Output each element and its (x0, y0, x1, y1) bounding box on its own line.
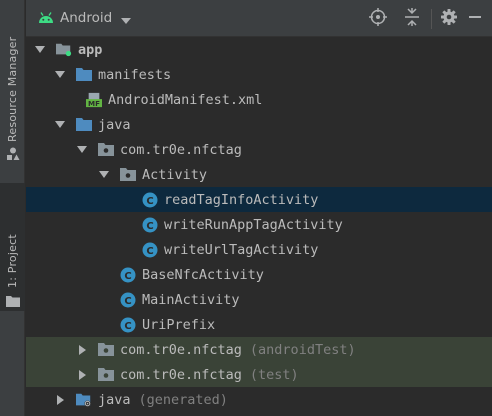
tree-label-read-tag-info: readTagInfoActivity (164, 191, 319, 208)
resource-manager-label: Resource Manager (6, 36, 19, 142)
class-icon: C (120, 292, 136, 308)
package-icon (120, 167, 136, 183)
header-separator (431, 8, 432, 29)
tree-row-activity-folder[interactable]: Activity (26, 162, 492, 187)
class-icon: C (142, 217, 158, 233)
tree-label-java: java (98, 116, 131, 133)
tree-label-java-generated: java (98, 391, 131, 408)
tree-row-android-manifest[interactable]: MF AndroidManifest.xml (26, 87, 492, 112)
package-icon (98, 342, 114, 358)
package-icon (98, 367, 114, 383)
project-tab[interactable]: 1: Project (0, 183, 25, 311)
resource-manager-icon (6, 146, 20, 165)
svg-text:C: C (146, 245, 153, 256)
expanded-arrow-icon[interactable] (98, 169, 110, 181)
collapsed-arrow-icon[interactable] (76, 344, 88, 356)
module-folder-icon (56, 42, 72, 58)
collapsed-arrow-icon[interactable] (54, 394, 66, 406)
tree-row-package-test[interactable]: com.tr0e.nfctag (test) (26, 362, 492, 387)
collapsed-arrow-icon[interactable] (76, 369, 88, 381)
project-tool-window: Resource Manager 1: Project Android app … (0, 0, 492, 416)
tree-row-write-url-tag[interactable]: C writeUrlTagActivity (26, 237, 492, 262)
tree-label-activity-folder: Activity (142, 166, 208, 183)
chevron-down-icon (121, 9, 132, 28)
class-icon: C (142, 192, 158, 208)
tree-label-android-manifest: AndroidManifest.xml (108, 91, 263, 108)
android-icon (38, 9, 54, 28)
tree-label-manifests: manifests (98, 66, 172, 83)
svg-text:C: C (124, 295, 131, 306)
resource-manager-tab[interactable]: Resource Manager (0, 30, 25, 170)
tree-row-manifests[interactable]: manifests (26, 62, 492, 87)
expanded-arrow-icon[interactable] (34, 44, 46, 56)
tree-label-main-activity: MainActivity (142, 291, 240, 308)
project-tree: app manifests MF AndroidManifest.xml jav… (26, 37, 492, 416)
manifest-file-icon: MF (86, 92, 102, 108)
class-icon: C (142, 242, 158, 258)
expanded-arrow-icon[interactable] (54, 69, 66, 81)
crosshair-icon (369, 7, 387, 30)
class-icon: C (120, 317, 136, 333)
left-tool-strip: Resource Manager 1: Project (0, 0, 25, 416)
tree-row-java[interactable]: java (26, 112, 492, 137)
minimize-icon (468, 9, 482, 28)
expanded-arrow-icon[interactable] (76, 144, 88, 156)
folder-icon (76, 67, 92, 83)
package-icon (98, 142, 114, 158)
tree-row-app[interactable]: app (26, 37, 492, 62)
tree-label-write-run-app-tag: writeRunAppTagActivity (164, 216, 343, 233)
svg-text:C: C (146, 195, 153, 206)
tree-label-uri-prefix: UriPrefix (142, 316, 216, 333)
svg-text:C: C (124, 270, 131, 281)
tree-row-base-nfc-activity[interactable]: C BaseNfcActivity (26, 262, 492, 287)
tree-label-package-android-test: com.tr0e.nfctag (120, 341, 242, 358)
tree-suffix-generated: (generated) (138, 391, 228, 408)
header-actions (365, 0, 492, 37)
tree-row-package-main[interactable]: com.tr0e.nfctag (26, 137, 492, 162)
hide-button[interactable] (462, 6, 488, 32)
gear-icon (441, 8, 457, 29)
project-view-selector[interactable]: Android (38, 9, 132, 28)
class-icon: C (120, 267, 136, 283)
settings-button[interactable] (436, 6, 462, 32)
project-tab-label: 1: Project (6, 234, 19, 288)
tool-window-header: Android (26, 0, 492, 37)
tree-label-write-url-tag: writeUrlTagActivity (164, 241, 319, 258)
tree-suffix-test: (test) (249, 366, 299, 383)
tree-label-base-nfc-activity: BaseNfcActivity (142, 266, 264, 283)
svg-text:MF: MF (88, 98, 100, 107)
generated-folder-icon (76, 392, 92, 408)
tree-suffix-android-test: (androidTest) (249, 341, 356, 358)
tree-row-write-run-app-tag[interactable]: C writeRunAppTagActivity (26, 212, 492, 237)
tree-row-main-activity[interactable]: C MainActivity (26, 287, 492, 312)
tree-row-package-android-test[interactable]: com.tr0e.nfctag (androidTest) (26, 337, 492, 362)
collapse-all-button[interactable] (399, 6, 425, 32)
folder-icon (76, 117, 92, 133)
view-selector-label: Android (60, 10, 113, 26)
svg-text:C: C (146, 220, 153, 231)
tree-row-read-tag-info[interactable]: C readTagInfoActivity (26, 187, 492, 212)
tree-label-app: app (78, 41, 103, 58)
tree-row-java-generated[interactable]: java (generated) (26, 387, 492, 412)
svg-text:C: C (124, 320, 131, 331)
collapse-all-icon (404, 7, 420, 30)
tree-row-uri-prefix[interactable]: C UriPrefix (26, 312, 492, 337)
locate-button[interactable] (365, 6, 391, 32)
project-folder-icon (5, 292, 20, 311)
tree-label-package-test: com.tr0e.nfctag (120, 366, 242, 383)
expanded-arrow-icon[interactable] (54, 119, 66, 131)
tree-label-package-main: com.tr0e.nfctag (120, 141, 242, 158)
